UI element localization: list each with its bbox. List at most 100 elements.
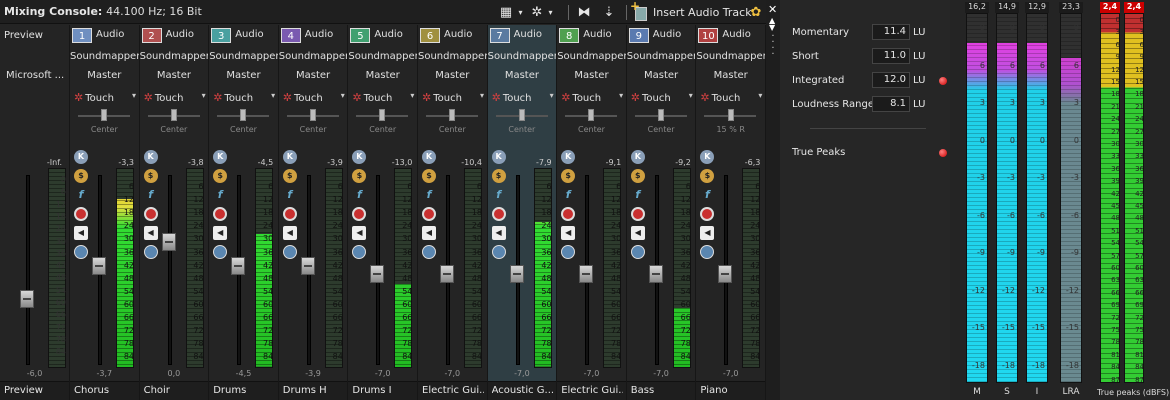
output-bus-select[interactable]: Master xyxy=(279,70,348,81)
insert-audio-track-button[interactable]: Insert Audio Track xyxy=(630,0,752,22)
preview-fader-knob[interactable] xyxy=(20,289,34,308)
integrated-reset-indicator[interactable] xyxy=(939,77,947,85)
fx-icon[interactable]: f xyxy=(631,188,645,202)
volume-fader-knob[interactable] xyxy=(579,264,594,283)
channel-strip[interactable]: 9 Audio Soundmapper Master ✲ Touch ▾ Center K $ f ◀… xyxy=(626,25,697,400)
palette-icon[interactable]: ✿ xyxy=(748,2,764,22)
record-arm-icon[interactable] xyxy=(491,207,506,221)
mute-icon[interactable]: ◀ xyxy=(143,226,158,240)
record-arm-icon[interactable] xyxy=(700,207,715,221)
input-device-select[interactable]: Soundmapper xyxy=(488,51,557,62)
automation-mode-select[interactable]: ✲ Touch ▾ xyxy=(422,91,484,104)
phase-icon[interactable] xyxy=(282,245,297,259)
phase-icon[interactable] xyxy=(630,245,645,259)
channel-strip[interactable]: 6 Audio Soundmapper Master ✲ Touch ▾ Center K $ f ◀… xyxy=(418,25,488,400)
input-device-select[interactable]: Soundmapper xyxy=(140,51,209,62)
phase-icon[interactable] xyxy=(491,245,506,259)
track-name-footer[interactable]: Chorus xyxy=(70,381,139,400)
record-arm-icon[interactable] xyxy=(422,207,436,221)
sends-icon[interactable]: $ xyxy=(491,169,506,183)
phase-icon[interactable] xyxy=(561,245,576,259)
output-bus-select[interactable]: Master xyxy=(418,70,487,81)
channel-strip[interactable]: 2 Audio Soundmapper Master ✲ Touch ▾ Center K $ f ◀… xyxy=(139,25,210,400)
track-name-footer[interactable]: Bass xyxy=(626,381,696,400)
volume-fader-knob[interactable] xyxy=(161,232,176,251)
input-device-select[interactable]: Soundmapper xyxy=(557,51,626,62)
pan-slider-knob[interactable] xyxy=(657,109,664,121)
fx-icon[interactable]: f xyxy=(283,188,297,202)
mute-icon[interactable]: ◀ xyxy=(422,226,436,240)
fx-icon[interactable]: f xyxy=(74,188,88,202)
narrow-strips-icon[interactable]: ⧓ xyxy=(574,2,594,22)
phase-icon[interactable] xyxy=(213,245,228,259)
pan-slider-knob[interactable] xyxy=(170,109,177,121)
record-arm-icon[interactable] xyxy=(352,207,367,221)
record-arm-icon[interactable] xyxy=(630,207,645,221)
pan-slider-knob[interactable] xyxy=(449,109,455,121)
phase-icon[interactable] xyxy=(422,245,436,259)
fx-icon[interactable]: f xyxy=(213,188,227,202)
sends-icon[interactable]: $ xyxy=(143,169,158,183)
input-device-select[interactable]: Soundmapper xyxy=(70,51,139,62)
fx-chain-icon[interactable]: K xyxy=(74,150,88,164)
track-number-badge[interactable]: 4 xyxy=(280,28,301,43)
output-bus-select[interactable]: Master xyxy=(488,70,557,81)
track-name-footer[interactable]: Choir xyxy=(139,381,209,400)
fx-chain-icon[interactable]: K xyxy=(422,150,436,164)
layout-icon[interactable]: ▦ xyxy=(497,2,515,22)
fx-icon[interactable]: f xyxy=(492,188,506,202)
channel-strip[interactable]: 5 Audio Soundmapper Master ✲ Touch ▾ Center K $ f ◀… xyxy=(348,25,418,400)
sends-icon[interactable]: $ xyxy=(74,169,88,183)
downmix-icon[interactable]: ⇣ xyxy=(599,2,619,22)
output-bus-select[interactable]: Master xyxy=(627,70,696,81)
sends-icon[interactable]: $ xyxy=(352,169,367,183)
automation-mode-select[interactable]: ✲ Touch ▾ xyxy=(74,91,136,104)
track-name-footer[interactable]: Acoustic G... xyxy=(487,381,557,400)
track-number-badge[interactable]: 7 xyxy=(489,28,510,43)
sends-icon[interactable]: $ xyxy=(700,169,715,183)
channel-strip[interactable]: 1 Audio Soundmapper Master ✲ Touch ▾ Center K $ f ◀… xyxy=(70,25,140,400)
pan-slider-knob[interactable] xyxy=(101,109,107,121)
fx-chain-icon[interactable]: K xyxy=(561,150,576,164)
track-number-badge[interactable]: 1 xyxy=(72,28,92,43)
close-icon[interactable]: ✕ xyxy=(768,3,777,16)
automation-mode-select[interactable]: ✲ Touch ▾ xyxy=(352,91,414,104)
preview-fader-track[interactable] xyxy=(26,175,30,365)
fx-icon[interactable]: f xyxy=(700,188,714,202)
true-peaks-reset-indicator[interactable] xyxy=(939,149,947,157)
record-arm-icon[interactable] xyxy=(74,207,88,221)
mute-icon[interactable]: ◀ xyxy=(630,226,645,240)
track-name-footer[interactable]: Piano xyxy=(696,381,765,400)
mute-icon[interactable]: ◀ xyxy=(491,226,506,240)
channel-strip[interactable]: 8 Audio Soundmapper Master ✲ Touch ▾ Center K $ f ◀… xyxy=(557,25,627,400)
fx-chain-icon[interactable]: K xyxy=(491,150,506,164)
volume-fader-knob[interactable] xyxy=(92,257,106,276)
sends-icon[interactable]: $ xyxy=(630,169,645,183)
automation-mode-select[interactable]: ✲ Touch ▾ xyxy=(492,91,554,104)
more-options-icon[interactable]: · · · · xyxy=(770,32,776,60)
phase-icon[interactable] xyxy=(352,245,367,259)
fx-icon[interactable]: f xyxy=(144,188,158,202)
record-arm-icon[interactable] xyxy=(213,207,228,221)
output-bus-select[interactable]: Master xyxy=(70,70,139,81)
pan-slider-knob[interactable] xyxy=(240,109,247,121)
volume-fader-knob[interactable] xyxy=(718,264,733,283)
sends-icon[interactable]: $ xyxy=(422,169,436,183)
fx-chain-icon[interactable]: K xyxy=(700,150,715,164)
pan-slider-knob[interactable] xyxy=(309,109,316,121)
input-device-select[interactable]: Soundmapper xyxy=(348,51,417,62)
track-number-badge[interactable]: 5 xyxy=(350,28,371,43)
record-arm-icon[interactable] xyxy=(143,207,158,221)
input-device-select[interactable]: Soundmapper xyxy=(627,51,696,62)
fx-icon[interactable]: f xyxy=(352,188,366,202)
automation-mode-select[interactable]: ✲ Touch ▾ xyxy=(700,91,762,104)
volume-fader-knob[interactable] xyxy=(648,264,663,283)
track-name-footer[interactable]: Electric Gui... xyxy=(557,381,626,400)
pan-slider-knob[interactable] xyxy=(379,109,386,121)
pan-slider-knob[interactable] xyxy=(728,109,735,121)
track-name-footer[interactable]: Drums xyxy=(209,381,278,400)
fx-chain-icon[interactable]: K xyxy=(352,150,367,164)
track-number-badge[interactable]: 8 xyxy=(559,28,580,43)
automation-mode-select[interactable]: ✲ Touch ▾ xyxy=(283,91,345,104)
output-bus-select[interactable]: Master xyxy=(557,70,626,81)
